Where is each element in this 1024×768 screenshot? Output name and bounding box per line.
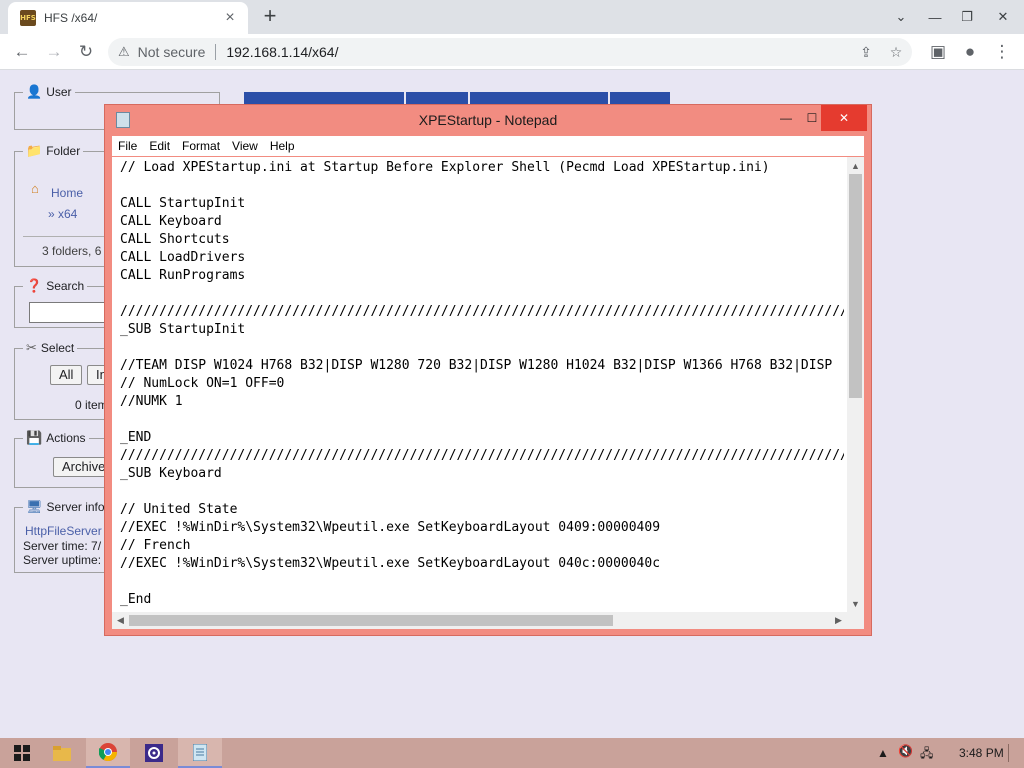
scroll-right-arrow-icon[interactable]: ▶	[830, 612, 847, 629]
menu-help[interactable]: Help	[264, 139, 301, 153]
notepad-titlebar[interactable]: XPEStartup - Notepad — ☐ ✕	[105, 105, 871, 135]
url-text[interactable]: 192.168.1.14/x64/	[226, 44, 338, 60]
share-icon[interactable]: ⇪	[856, 42, 876, 62]
not-secure-label[interactable]: Not secure	[138, 44, 206, 60]
user-legend: 👤 User	[23, 84, 75, 100]
home-icon: ⌂	[31, 181, 39, 196]
notepad-window[interactable]: XPEStartup - Notepad — ☐ ✕ File Edit For…	[104, 104, 872, 636]
profile-avatar-icon[interactable]: ●	[956, 38, 984, 66]
search-title: Search	[46, 279, 85, 293]
select-title: Select	[40, 341, 75, 355]
scroll-left-arrow-icon[interactable]: ◀	[112, 612, 129, 629]
server-info-title: Server infor	[46, 500, 109, 514]
user-title: User	[46, 85, 72, 99]
side-panel-icon[interactable]: ▣	[924, 38, 952, 66]
bookmark-star-icon[interactable]: ☆	[886, 42, 906, 62]
httpfileserver-link[interactable]: HttpFileServer	[25, 524, 102, 538]
menu-edit[interactable]: Edit	[143, 139, 176, 153]
vertical-scrollbar[interactable]: ▲ ▼	[847, 157, 864, 612]
browser-tabstrip: HFS HFS /x64/ × + ⌄ — ❐ ✕	[0, 0, 1024, 34]
new-tab-button[interactable]: +	[258, 5, 282, 29]
chrome-icon[interactable]	[86, 738, 130, 768]
warning-triangle-icon[interactable]: ⚠	[118, 44, 130, 60]
notepad-text-content[interactable]: // Load XPEStartup.ini at Startup Before…	[120, 159, 844, 607]
items-selected-count: 0 item	[75, 398, 108, 412]
back-arrow-icon[interactable]: ←	[8, 38, 36, 66]
taskbar-clock[interactable]: 3:48 PM	[959, 746, 1004, 760]
breadcrumb-x64-link[interactable]: » x64	[48, 207, 77, 221]
hfs-header-bar[interactable]	[610, 92, 670, 104]
forward-arrow-icon[interactable]: →	[40, 38, 68, 66]
tab-close-icon[interactable]: ×	[220, 8, 240, 28]
actions-legend: 💾 Actions	[23, 430, 89, 446]
notepad-title: XPEStartup - Notepad	[418, 112, 558, 128]
close-window-button[interactable]: ✕	[986, 0, 1020, 34]
horizontal-scroll-thumb[interactable]	[129, 615, 613, 626]
folder-icon: 📁	[26, 143, 43, 158]
search-legend: ❓ Search	[23, 278, 88, 294]
hfs-header-bar[interactable]	[406, 92, 468, 104]
floppy-disk-icon: 💾	[26, 430, 43, 445]
menu-file[interactable]: File	[112, 139, 143, 153]
select-legend: ✂ Select	[23, 340, 78, 356]
home-link[interactable]: Home	[51, 186, 83, 200]
folder-legend: 📁 Folder	[23, 143, 84, 159]
tab-title: HFS /x64/	[44, 11, 98, 25]
horizontal-scrollbar[interactable]: ◀ ▶	[112, 612, 847, 629]
show-desktop-button[interactable]	[1008, 744, 1018, 762]
menu-format[interactable]: Format	[176, 139, 226, 153]
scroll-up-arrow-icon[interactable]: ▲	[847, 157, 864, 174]
notepad-taskbar-icon[interactable]	[178, 738, 222, 768]
reload-icon[interactable]: ↻	[72, 38, 100, 66]
hfs-header-bar[interactable]	[244, 92, 404, 104]
scrollbar-corner	[847, 612, 864, 629]
network-icon[interactable]: 🖧	[920, 744, 933, 765]
folder-stats: 3 folders, 6	[42, 244, 102, 258]
hfs-favicon-icon: HFS	[20, 10, 36, 26]
omnibox-separator	[215, 44, 217, 60]
server-info-legend: 🖥 Server infor	[23, 499, 112, 515]
user-icon: 👤	[26, 84, 43, 99]
actions-title: Actions	[46, 431, 86, 445]
vertical-scroll-thumb[interactable]	[849, 174, 862, 398]
notepad-editor[interactable]: // Load XPEStartup.ini at Startup Before…	[112, 157, 864, 629]
minimize-button[interactable]: —	[918, 0, 952, 34]
chrome-menu-icon[interactable]: ⋮	[988, 38, 1016, 66]
address-bar[interactable]: ⚠ Not secure 192.168.1.14/x64/ ⇪ ☆	[108, 38, 912, 66]
volume-muted-icon[interactable]: 🔇	[898, 744, 913, 758]
menu-view[interactable]: View	[226, 139, 264, 153]
tray-chevron-up-icon[interactable]: ▲	[877, 746, 889, 760]
browser-toolbar: ← → ↻ ⚠ Not secure 192.168.1.14/x64/ ⇪ ☆…	[0, 34, 1024, 70]
restore-button[interactable]: ❐	[950, 0, 984, 34]
select-all-button[interactable]: All	[50, 365, 83, 385]
server-time: Server time: 7/	[23, 539, 102, 553]
tab-search-chevron-icon[interactable]: ⌄	[884, 0, 918, 34]
windows-taskbar: ▲ 🔇 🖧 3:48 PM	[0, 738, 1024, 768]
search-help-icon: ❓	[26, 278, 43, 293]
file-explorer-icon[interactable]	[40, 738, 84, 768]
folder-title: Folder	[46, 144, 81, 158]
notepad-menubar: File Edit Format View Help	[112, 136, 864, 156]
settings-gear-icon[interactable]	[132, 738, 176, 768]
scroll-down-arrow-icon[interactable]: ▼	[847, 595, 864, 612]
notepad-close-button[interactable]: ✕	[821, 105, 867, 131]
server-uptime: Server uptime:	[23, 553, 102, 567]
start-windows-icon[interactable]	[0, 738, 44, 768]
hfs-header-bar[interactable]	[470, 92, 608, 104]
server-computer-icon: 🖥	[26, 499, 43, 514]
scissors-icon: ✂	[26, 340, 37, 355]
tab-hfs-x64[interactable]: HFS HFS /x64/ ×	[8, 2, 248, 34]
